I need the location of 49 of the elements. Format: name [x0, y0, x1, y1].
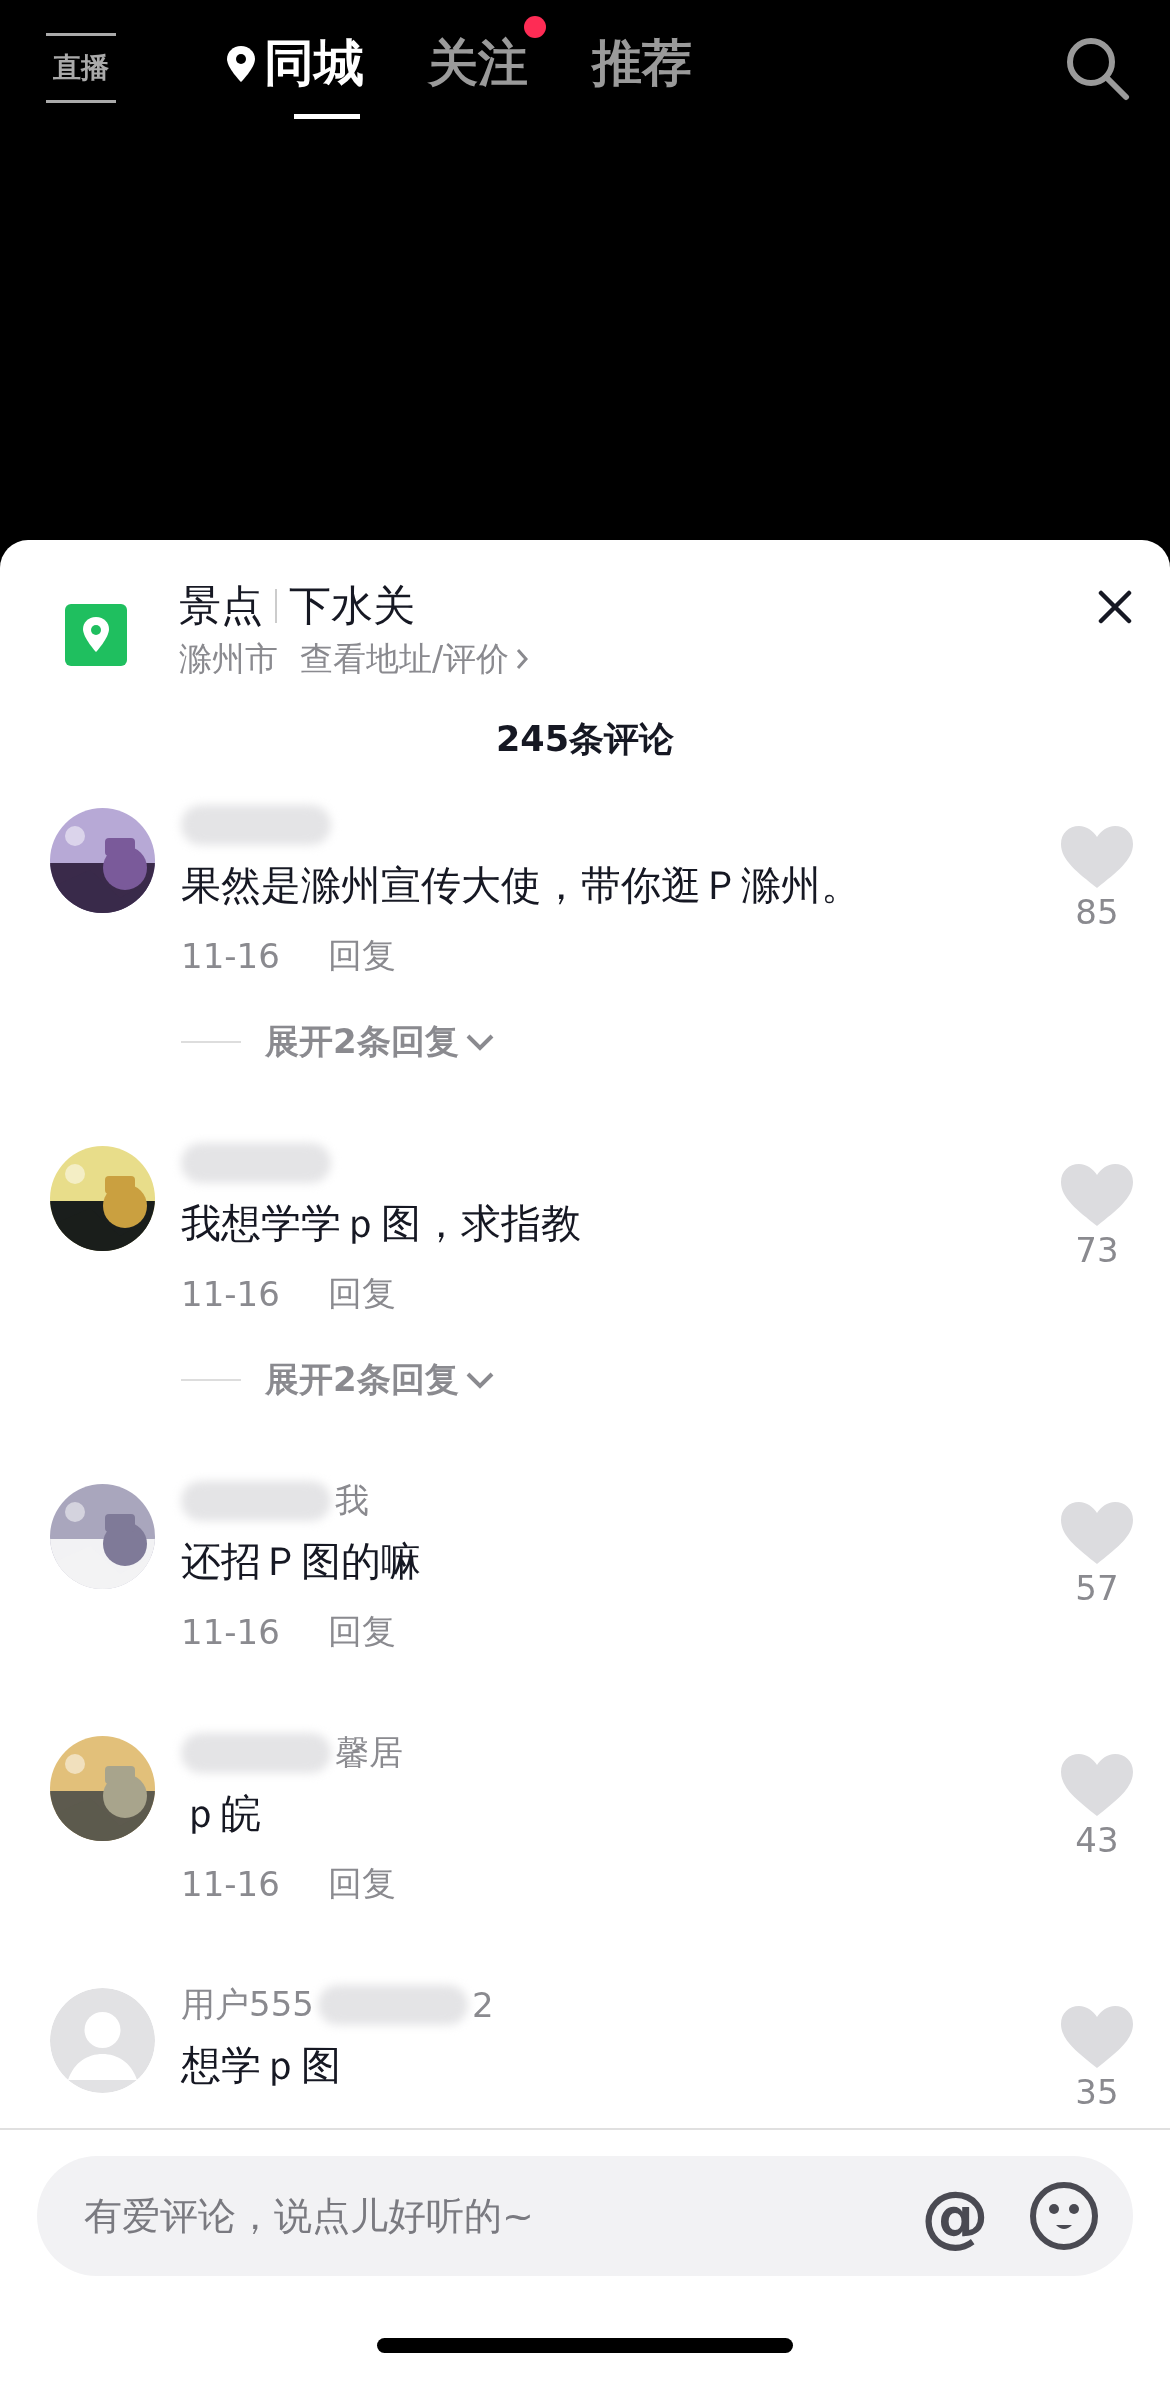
comment-text: 还招Ｐ图的嘛 [181, 1537, 422, 1586]
live-button[interactable]: 直播 [46, 33, 116, 103]
search-icon[interactable] [1064, 35, 1130, 101]
comment-date: 11-16 [181, 1864, 280, 1904]
comment-count: 245条评论 [495, 718, 675, 761]
comment-text: ｐ皖 [181, 1789, 262, 1838]
city-name: 滁州市 [179, 638, 278, 680]
user-name: 2 [471, 1985, 494, 2025]
heart-icon[interactable] [1059, 824, 1135, 890]
user-name: 用户555 [181, 1983, 314, 2026]
expand-replies-button[interactable]: 展开2条回复 [265, 1019, 495, 1065]
comment-date: 11-16 [181, 1612, 280, 1652]
user-name: 我 [335, 1479, 369, 1522]
comment-date: 11-16 [181, 1274, 280, 1314]
location-pin-icon [226, 44, 256, 83]
place-category: 景点 [179, 580, 263, 632]
address-link[interactable]: 查看地址/评价 [300, 636, 530, 682]
heart-icon[interactable] [1059, 1752, 1135, 1818]
like-count: 85 [1075, 892, 1119, 932]
user-name: 馨居 [335, 1731, 403, 1774]
place-name: 下水关 [289, 580, 415, 632]
heart-icon[interactable] [1059, 1500, 1135, 1566]
reply-button[interactable]: 回复 [327, 933, 396, 979]
like-count: 43 [1075, 1820, 1119, 1860]
default-avatar-icon [50, 1988, 155, 2093]
comment-text: 果然是滁州宣传大使，带你逛Ｐ滁州。 [181, 861, 862, 910]
chevron-down-icon [464, 1371, 495, 1389]
expand-replies-button[interactable]: 展开2条回复 [265, 1357, 495, 1403]
heart-icon[interactable] [1059, 1162, 1135, 1228]
close-icon[interactable] [1098, 590, 1132, 624]
location-pin-icon [65, 604, 127, 666]
nav-tab[interactable]: 推荐 [592, 16, 710, 120]
emoji-icon[interactable] [1029, 2181, 1099, 2251]
nav-tab[interactable]: 关注 [428, 16, 546, 120]
like-count: 35 [1075, 2072, 1119, 2112]
reply-button[interactable]: 回复 [327, 1271, 396, 1317]
heart-icon[interactable] [1059, 2004, 1135, 2070]
comment-text: 我想学学ｐ图，求指教 [181, 1199, 582, 1248]
like-count: 57 [1075, 1568, 1119, 1608]
comment-date: 11-16 [181, 936, 280, 976]
nav-tab[interactable]: 同城 [226, 16, 382, 120]
like-count: 73 [1075, 1230, 1119, 1270]
comment-input-field[interactable]: 有爱评论，说点儿好听的~ @ [37, 2156, 1133, 2276]
comment-text: 想学ｐ图 [181, 2041, 342, 2090]
reply-button[interactable]: 回复 [327, 1861, 396, 1907]
mention-icon[interactable]: @ [921, 2182, 989, 2250]
chevron-down-icon [464, 1033, 495, 1051]
chevron-right-icon [515, 647, 530, 671]
reply-button[interactable]: 回复 [327, 1609, 396, 1655]
